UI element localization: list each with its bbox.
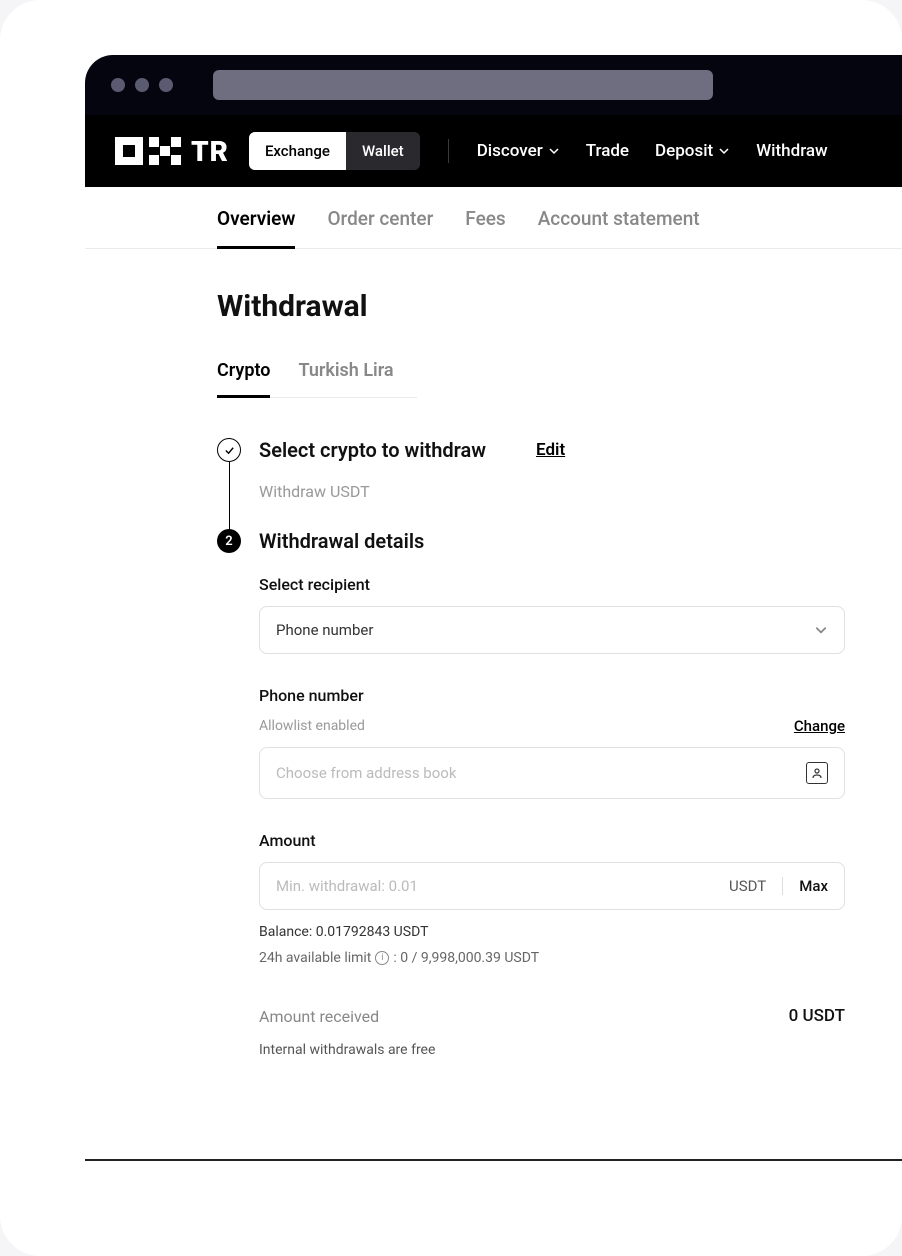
fee-note: Internal withdrawals are free bbox=[259, 1042, 845, 1058]
url-bar[interactable] bbox=[213, 70, 713, 100]
traffic-light-close[interactable] bbox=[111, 78, 125, 92]
phone-input[interactable] bbox=[276, 764, 798, 782]
limit-text: 24h available limit i : 0 / 9,998,000.39… bbox=[259, 950, 845, 966]
nav-links: Discover Trade Deposit Withdraw bbox=[477, 141, 828, 161]
step-1-title: Select crypto to withdraw bbox=[259, 438, 486, 462]
change-link[interactable]: Change bbox=[794, 717, 845, 735]
phone-section: Phone number Allowlist enabled Change bbox=[259, 686, 845, 799]
max-button[interactable]: Max bbox=[799, 877, 828, 895]
amount-input[interactable] bbox=[276, 877, 721, 895]
page-content: Withdrawal Crypto Turkish Lira Select cr… bbox=[85, 249, 845, 1058]
step-2-circle: 2 bbox=[217, 529, 241, 553]
tab-turkish-lira[interactable]: Turkish Lira bbox=[298, 360, 393, 397]
stepper: Select crypto to withdraw Edit Withdraw … bbox=[217, 438, 845, 1058]
step-1-circle bbox=[217, 438, 241, 462]
limit-prefix: 24h available limit bbox=[259, 950, 371, 966]
logo-text: TR bbox=[191, 135, 229, 168]
amount-suffix: USDT Max bbox=[729, 877, 828, 895]
step-2-body: Withdrawal details Select recipient Phon… bbox=[259, 529, 845, 1058]
tab-crypto[interactable]: Crypto bbox=[217, 360, 270, 398]
received-label: Amount received bbox=[259, 1007, 379, 1026]
person-icon bbox=[811, 767, 823, 779]
nav-trade-label: Trade bbox=[586, 141, 629, 161]
received-value: 0 USDT bbox=[789, 1006, 845, 1026]
mode-wallet[interactable]: Wallet bbox=[346, 132, 420, 170]
phone-label: Phone number bbox=[259, 686, 845, 705]
nav-withdraw-label: Withdraw bbox=[756, 141, 827, 161]
step-2-title: Withdrawal details bbox=[259, 529, 845, 553]
subnav-account-statement[interactable]: Account statement bbox=[538, 207, 700, 248]
nav-discover-label: Discover bbox=[477, 141, 543, 161]
balance-text: Balance: 0.01792843 USDT bbox=[259, 924, 845, 940]
received-row: Amount received 0 USDT bbox=[259, 1006, 845, 1026]
divider bbox=[782, 877, 783, 895]
mode-exchange[interactable]: Exchange bbox=[249, 132, 346, 170]
step-1: Select crypto to withdraw Edit Withdraw … bbox=[217, 438, 845, 529]
step-1-body: Select crypto to withdraw Edit Withdraw … bbox=[259, 438, 845, 529]
subnav-fees[interactable]: Fees bbox=[465, 207, 505, 248]
nav-deposit-label: Deposit bbox=[655, 141, 713, 161]
subnav-order-center[interactable]: Order center bbox=[327, 207, 433, 248]
recipient-select[interactable]: Phone number bbox=[259, 606, 845, 654]
okx-logo-icon bbox=[115, 137, 185, 165]
limit-value: : 0 / 9,998,000.39 USDT bbox=[393, 950, 539, 966]
logo[interactable]: TR bbox=[115, 135, 229, 168]
amount-input-box: USDT Max bbox=[259, 862, 845, 910]
address-book-icon[interactable] bbox=[806, 762, 828, 784]
chevron-down-icon bbox=[718, 145, 730, 157]
nav-deposit[interactable]: Deposit bbox=[655, 141, 730, 161]
amount-section: Amount USDT Max Balance: 0.01792843 USDT bbox=[259, 831, 845, 966]
withdrawal-tabs: Crypto Turkish Lira bbox=[217, 360, 417, 398]
traffic-light-minimize[interactable] bbox=[135, 78, 149, 92]
chevron-down-icon bbox=[814, 623, 828, 637]
step-connector bbox=[229, 462, 230, 532]
check-icon bbox=[224, 445, 235, 456]
allowlist-label: Allowlist enabled bbox=[259, 718, 365, 734]
app-header: TR Exchange Wallet Discover Trade Deposi… bbox=[85, 115, 902, 187]
nav-withdraw[interactable]: Withdraw bbox=[756, 141, 827, 161]
page-title: Withdrawal bbox=[217, 289, 845, 324]
amount-unit: USDT bbox=[729, 877, 766, 895]
chevron-down-icon bbox=[548, 145, 560, 157]
recipient-value: Phone number bbox=[276, 621, 373, 639]
amount-label: Amount bbox=[259, 831, 845, 850]
nav-trade[interactable]: Trade bbox=[586, 141, 629, 161]
info-icon[interactable]: i bbox=[375, 951, 389, 965]
traffic-lights bbox=[111, 78, 173, 92]
content-area: Overview Order center Fees Account state… bbox=[85, 187, 902, 1161]
browser-chrome bbox=[85, 55, 902, 115]
step-1-edit-link[interactable]: Edit bbox=[536, 440, 565, 460]
traffic-light-maximize[interactable] bbox=[159, 78, 173, 92]
app-window: TR Exchange Wallet Discover Trade Deposi… bbox=[0, 0, 902, 1256]
phone-input-box bbox=[259, 747, 845, 799]
recipient-label: Select recipient bbox=[259, 575, 845, 594]
sub-nav: Overview Order center Fees Account state… bbox=[85, 187, 902, 249]
recipient-section: Select recipient Phone number bbox=[259, 575, 845, 654]
step-2: 2 Withdrawal details Select recipient Ph… bbox=[217, 529, 845, 1058]
header-divider bbox=[448, 139, 449, 163]
subnav-overview[interactable]: Overview bbox=[217, 207, 295, 249]
mode-toggle: Exchange Wallet bbox=[249, 132, 420, 170]
step-1-subtext: Withdraw USDT bbox=[259, 482, 845, 501]
nav-discover[interactable]: Discover bbox=[477, 141, 560, 161]
